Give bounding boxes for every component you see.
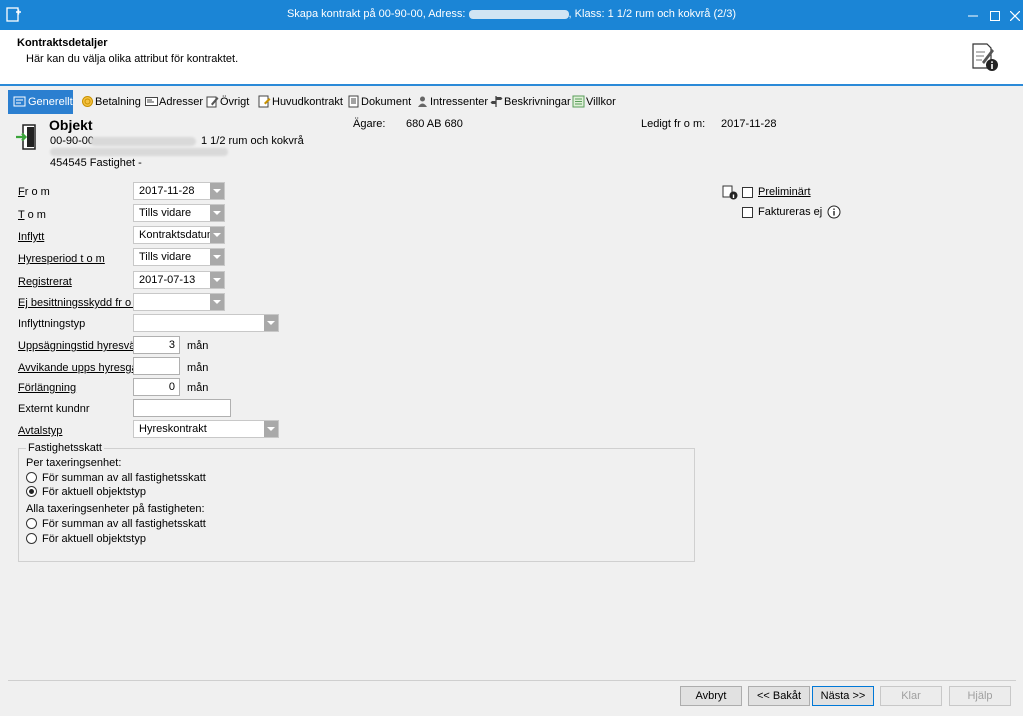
tom-combo[interactable]: Tills vidare xyxy=(133,204,225,222)
tab-generellt[interactable]: Generellt xyxy=(8,90,73,114)
list-icon xyxy=(572,95,585,108)
minimize-button[interactable] xyxy=(962,4,984,26)
people-icon xyxy=(418,96,427,107)
chevron-down-icon[interactable] xyxy=(210,183,224,199)
contract-info-icon xyxy=(972,43,998,71)
wizard-header: Kontraktsdetaljer Här kan du välja olika… xyxy=(0,30,1023,86)
alla-aktuell-radio[interactable] xyxy=(26,533,37,544)
uppsagning-label: Uppsägningstid hyresvärd xyxy=(18,340,146,352)
from-date-combo[interactable]: 2017-11-28 xyxy=(133,182,225,200)
faktureras-ej-checkbox[interactable] xyxy=(742,207,753,218)
chevron-down-icon[interactable] xyxy=(210,294,224,310)
object-heading: Objekt xyxy=(49,117,93,133)
alla-summa-radio[interactable] xyxy=(26,518,37,529)
window-title: Skapa kontrakt på 00-90-00, Adress: , Kl… xyxy=(286,8,737,20)
alla-summa-label: För summan av all fastighetsskatt xyxy=(42,518,206,530)
preliminary-info-icon xyxy=(722,185,738,200)
chevron-down-icon[interactable] xyxy=(264,315,278,331)
tab-intressenter[interactable]: Intressenter xyxy=(414,90,488,114)
info-icon[interactable] xyxy=(827,205,841,219)
alla-taxeringsenheter-label: Alla taxeringsenheter på fastigheten: xyxy=(26,503,205,515)
per-taxeringsenhet-label: Per taxeringsenhet: xyxy=(26,457,122,469)
inflytt-label: Inflytt xyxy=(18,231,45,243)
inflyttningstyp-label: Inflyttningstyp xyxy=(18,318,86,330)
owner-value: 680 AB 680 xyxy=(406,118,463,130)
window-titlebar: Skapa kontrakt på 00-90-00, Adress: , Kl… xyxy=(0,0,1023,30)
chevron-down-icon[interactable] xyxy=(210,205,224,221)
bakat-button[interactable]: << Bakåt xyxy=(748,686,810,706)
redacted-address-line xyxy=(90,137,196,146)
per-aktuell-label: För aktuell objektstyp xyxy=(42,486,146,498)
registrerat-label: Registrerat xyxy=(18,276,72,288)
coins-icon xyxy=(82,96,93,107)
tab-dokument[interactable]: Dokument xyxy=(345,90,411,114)
chevron-down-icon[interactable] xyxy=(210,249,224,265)
klar-button[interactable]: Klar xyxy=(880,686,942,706)
tab-villkor[interactable]: Villkor xyxy=(570,90,616,114)
owner-label: Ägare: xyxy=(353,118,386,130)
avvikande-input[interactable] xyxy=(133,357,180,375)
tab-ovrigt[interactable]: Övrigt xyxy=(204,90,249,114)
alla-aktuell-label: För aktuell objektstyp xyxy=(42,533,146,545)
avtalstyp-label: Avtalstyp xyxy=(18,425,63,437)
door-enter-icon xyxy=(16,124,36,150)
maximize-button[interactable] xyxy=(984,4,1006,26)
uppsagning-unit: mån xyxy=(187,340,209,352)
fastighetsskatt-title: Fastighetsskatt xyxy=(26,442,104,454)
from-label: Fr o m xyxy=(18,186,50,198)
avtalstyp-combo[interactable]: Hyreskontrakt xyxy=(133,420,279,438)
preliminart-checkbox[interactable] xyxy=(742,187,753,198)
chevron-down-icon[interactable] xyxy=(264,421,278,437)
avvikande-unit: mån xyxy=(187,362,209,374)
uppsagning-input[interactable]: 3 xyxy=(133,336,180,354)
forlangning-unit: mån xyxy=(187,382,209,394)
chevron-down-icon[interactable] xyxy=(210,272,224,288)
externt-kundnr-input[interactable] xyxy=(133,399,231,417)
externt-label: Externt kundnr xyxy=(18,403,90,415)
main-contract-icon xyxy=(258,95,271,108)
forlangning-input[interactable]: 0 xyxy=(133,378,180,396)
edit-icon xyxy=(206,96,219,108)
hjalp-button[interactable]: Hjälp xyxy=(949,686,1011,706)
free-from-label: Ledigt fr o m: xyxy=(641,118,706,130)
hyresperiod-label: Hyresperiod t o m xyxy=(18,253,105,265)
nasta-button[interactable]: Nästa >> xyxy=(812,686,874,706)
address-card-icon xyxy=(145,97,158,106)
besittning-label: Ej besittningsskydd fr o m xyxy=(18,297,144,309)
redacted-address xyxy=(468,9,569,19)
tab-betalning[interactable]: Betalning xyxy=(79,90,141,114)
faktureras-ej-label: Faktureras ej xyxy=(758,206,823,218)
registrerat-combo[interactable]: 2017-07-13 xyxy=(133,271,225,289)
redacted-line2 xyxy=(50,148,228,156)
footer-divider xyxy=(8,680,1016,681)
page-subtitle: Här kan du välja olika attribut för kont… xyxy=(26,53,239,65)
tab-adresser[interactable]: Adresser xyxy=(143,90,203,114)
chevron-down-icon[interactable] xyxy=(210,227,224,243)
general-icon xyxy=(13,96,26,107)
close-button[interactable] xyxy=(1004,4,1023,26)
avvikande-label: Avvikande upps hyresgäst xyxy=(18,362,147,374)
inflytt-combo[interactable]: Kontraktsdatum xyxy=(133,226,225,244)
inflyttningstyp-combo[interactable] xyxy=(133,314,279,332)
document-icon xyxy=(348,95,359,108)
signpost-icon xyxy=(490,96,503,107)
avbryt-button[interactable]: Avbryt xyxy=(680,686,742,706)
per-summa-label: För summan av all fastighetsskatt xyxy=(42,472,206,484)
tab-huvudkontrakt[interactable]: Huvudkontrakt xyxy=(256,90,343,114)
free-from-value: 2017-11-28 xyxy=(721,118,777,130)
object-line1-prefix: 00-90-00 xyxy=(50,135,95,147)
preliminart-label: Preliminärt xyxy=(758,186,811,198)
page-title: Kontraktsdetaljer xyxy=(17,37,108,49)
besittning-combo[interactable] xyxy=(133,293,225,311)
hyresperiod-combo[interactable]: Tills vidare xyxy=(133,248,225,266)
object-line3: 454545 Fastighet - xyxy=(50,157,142,169)
object-line1-suffix: 1 1/2 rum och kokvrå xyxy=(201,135,304,147)
tab-beskrivningar[interactable]: Beskrivningar xyxy=(488,90,571,114)
forlangning-label: Förlängning xyxy=(18,382,77,394)
per-aktuell-radio[interactable] xyxy=(26,486,37,497)
tom-label: T o m xyxy=(18,209,46,221)
per-summa-radio[interactable] xyxy=(26,472,37,483)
